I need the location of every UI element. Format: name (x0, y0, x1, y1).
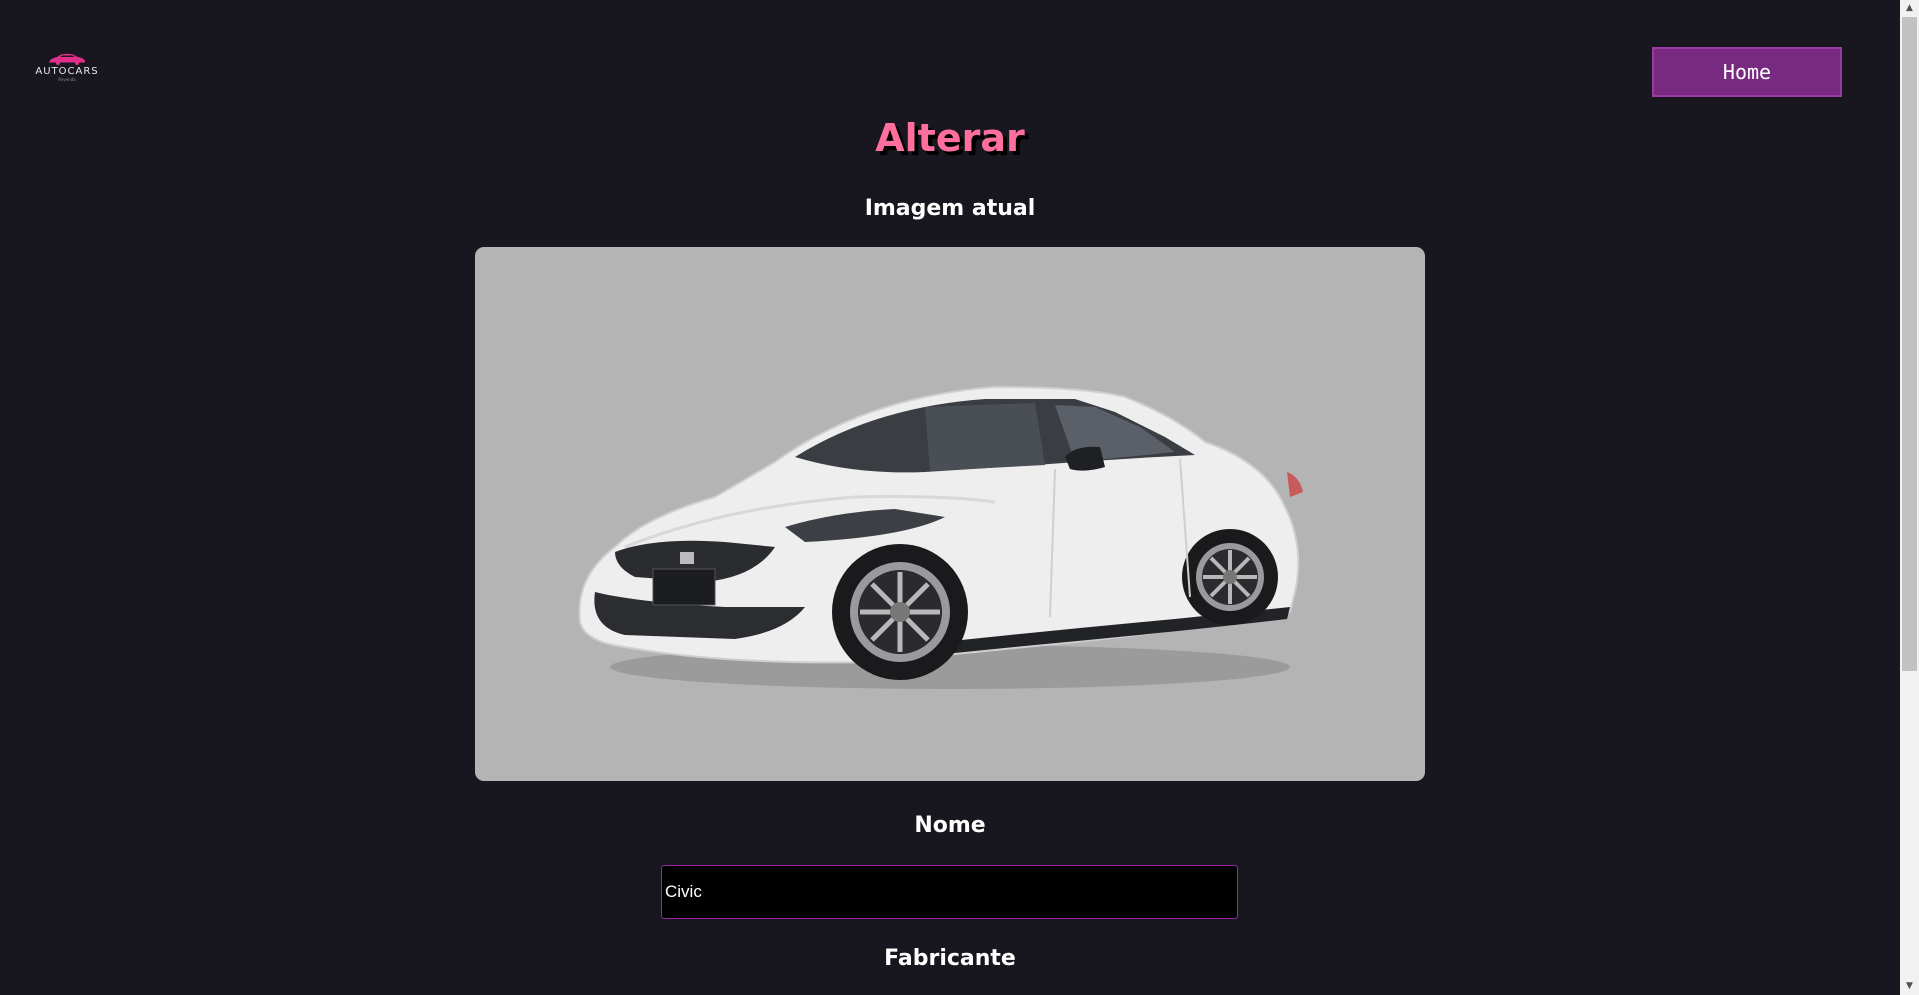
manufacturer-label: Fabricante (884, 946, 1016, 971)
scroll-up-icon[interactable]: ▲ (1900, 0, 1919, 17)
car-illustration (578, 385, 1303, 689)
name-input[interactable] (661, 865, 1238, 919)
current-car-image (475, 247, 1425, 781)
page-title: Alterar (875, 116, 1025, 160)
car-logo-icon (49, 53, 85, 65)
page: AUTOCARS Revenda Home Alterar Imagem atu… (0, 0, 1919, 995)
logo-text: AUTOCARS (35, 66, 99, 77)
name-label: Nome (914, 813, 986, 838)
scroll-thumb[interactable] (1902, 17, 1917, 671)
logo-subtext: Revenda (58, 77, 76, 82)
autocars-logo[interactable]: AUTOCARS Revenda (30, 53, 104, 87)
home-button[interactable]: Home (1652, 47, 1842, 97)
scroll-down-icon[interactable]: ▼ (1900, 978, 1919, 995)
vertical-scrollbar[interactable]: ▲ ▼ (1900, 0, 1919, 995)
current-image-label: Imagem atual (864, 196, 1036, 221)
